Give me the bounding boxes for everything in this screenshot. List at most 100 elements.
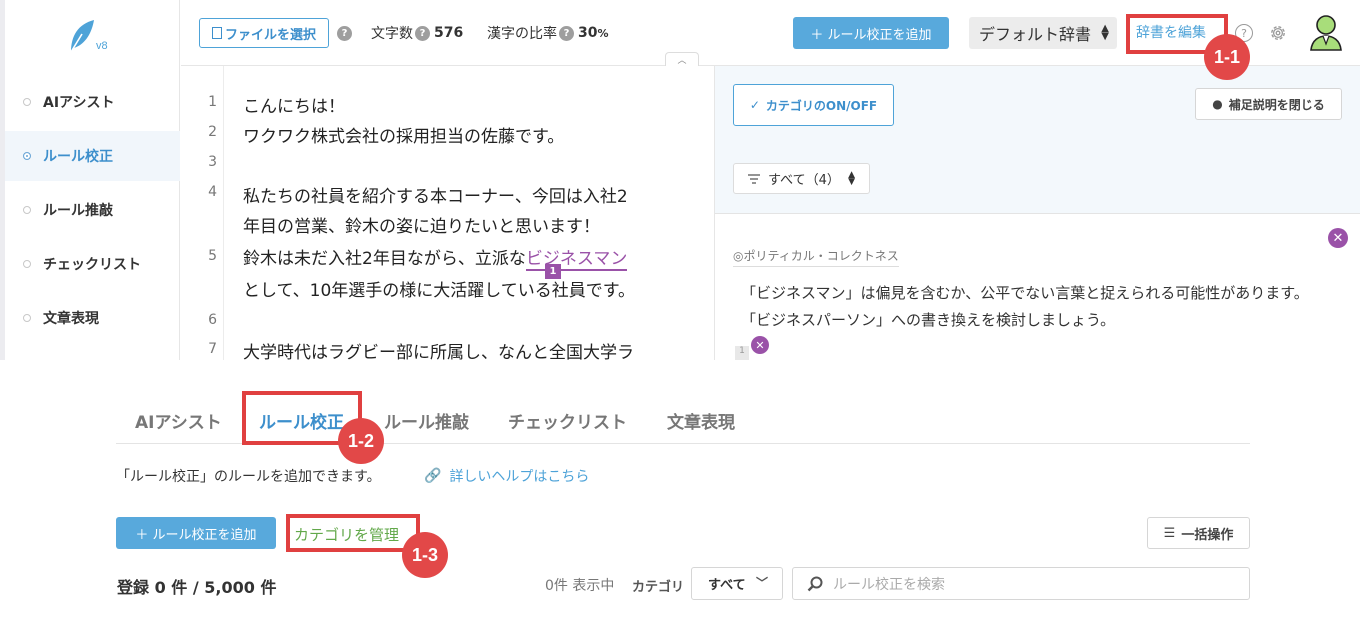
filter-icon bbox=[748, 174, 760, 184]
file-icon bbox=[211, 27, 222, 39]
char-count-help-icon[interactable]: ? bbox=[415, 25, 430, 41]
dismiss-icon[interactable]: ✕ bbox=[751, 336, 769, 354]
kanji-ratio-help-icon[interactable]: ? bbox=[559, 25, 574, 41]
add-rule-button[interactable]: ＋ ルール校正を追加 bbox=[116, 517, 276, 549]
sidebar-item-ai-assist[interactable]: AIアシスト bbox=[5, 77, 180, 127]
sidebar-item-label: AIアシスト bbox=[43, 95, 115, 111]
radio-dot-icon bbox=[23, 260, 31, 268]
issue-card[interactable]: ◎ポリティカル・コレクトネス ✕ 「ビジネスマン」は偏見を含むか、公平でない言葉… bbox=[715, 213, 1360, 360]
kanji-ratio-label: 漢字の比率 bbox=[487, 26, 557, 42]
kanji-ratio-unit: % bbox=[597, 26, 609, 40]
file-help-icon[interactable]: ? bbox=[337, 26, 352, 41]
line-number: 6 bbox=[208, 312, 217, 328]
close-supplement-button[interactable]: ● 補足説明を閉じる bbox=[1195, 88, 1342, 120]
help-link-label: 詳しいヘルプはこちら bbox=[449, 469, 590, 485]
user-avatar-icon[interactable] bbox=[1309, 14, 1343, 52]
editor-line: 大学時代はラグビー部に所属し、なんと全国大学ラ bbox=[243, 343, 634, 360]
tab-ai-assist[interactable]: AIアシスト bbox=[135, 408, 222, 433]
sidebar: v8 AIアシスト ルール校正 ルール推敲 チェックリスト 文章表現 bbox=[0, 0, 180, 360]
highlight-manage-category bbox=[286, 514, 420, 552]
sidebar-item-label: チェックリスト bbox=[43, 257, 141, 273]
select-arrows-icon: ▲ ▼ bbox=[848, 170, 855, 187]
dictionary-select-value: デフォルト辞書 bbox=[979, 25, 1092, 44]
filter-value: すべて（4） bbox=[768, 173, 840, 188]
issue-message: 「ビジネスマン」は偏見を含むか、公平でない言葉と捉えられる可能性があります。 bbox=[741, 284, 1309, 302]
radio-dot-icon bbox=[23, 314, 31, 322]
line-number: 1 bbox=[208, 94, 217, 110]
issue-suggestion: 「ビジネスパーソン」への書き換えを検討しましょう。 bbox=[741, 311, 1116, 329]
char-count-label: 文字数 bbox=[371, 26, 413, 42]
editor-app-screenshot: v8 AIアシスト ルール校正 ルール推敲 チェックリスト 文章表現 ファイルを… bbox=[0, 0, 1360, 360]
collapse-toggle[interactable]: ︿ bbox=[665, 52, 699, 66]
line-number-gutter: 1 2 3 4 5 6 7 bbox=[181, 66, 224, 360]
add-rule-button[interactable]: ＋ ルール校正を追加 bbox=[793, 17, 949, 49]
dictionary-select[interactable]: デフォルト辞書 ▲ ▼ bbox=[969, 17, 1117, 49]
help-link[interactable]: 🔗 詳しいヘルプはこちら bbox=[424, 466, 589, 486]
select-file-label: ファイルを選択 bbox=[224, 27, 316, 43]
radio-dot-icon bbox=[23, 206, 31, 214]
editor-line: ワクワク株式会社の採用担当の佐藤です。 bbox=[243, 127, 565, 147]
link-icon: 🔗 bbox=[424, 468, 442, 484]
sidebar-item-checklist[interactable]: チェックリスト bbox=[5, 239, 180, 289]
line-number: 2 bbox=[208, 124, 217, 140]
category-filter-select[interactable]: すべて ﹀ bbox=[691, 567, 783, 600]
issue-category: ◎ポリティカル・コレクトネス bbox=[733, 247, 899, 267]
sidebar-item-label: 文章表現 bbox=[43, 311, 99, 327]
rule-management-panel: AIアシスト ルール校正 ルール推敲 チェックリスト 文章表現 「ルール校正」の… bbox=[0, 360, 1360, 617]
select-file-button[interactable]: ファイルを選択 bbox=[199, 18, 329, 48]
text-editor[interactable]: ︿ 1 2 3 4 5 6 7 こんにちは！ ワクワク株式会社の採用担当の佐藤で… bbox=[181, 52, 715, 360]
editor-line: 年目の営業、鈴木の姿に迫りたいと思います！ bbox=[243, 217, 600, 237]
sidebar-item-rule-polish[interactable]: ルール推敲 bbox=[5, 185, 180, 235]
callout-badge-1-2: 1-2 bbox=[338, 418, 384, 464]
kanji-ratio-value: 30 bbox=[578, 25, 598, 41]
editor-line: として、10年選手の様に大活躍している社員です。 bbox=[243, 281, 636, 301]
showing-count: 0件 表示中 bbox=[545, 578, 615, 594]
search-placeholder: ルール校正を検索 bbox=[833, 576, 945, 593]
char-count: 文字数 ? 576 bbox=[371, 23, 463, 43]
editor-line: 鈴木は未だ入社2年目ながら、立派なビジネスマン bbox=[243, 244, 628, 271]
app-version: v8 bbox=[96, 40, 108, 52]
app-logo[interactable]: v8 bbox=[68, 18, 118, 58]
sidebar-item-label: ルール校正 bbox=[43, 149, 113, 165]
list-icon: ☰ bbox=[1163, 525, 1176, 541]
radio-dot-icon bbox=[23, 152, 31, 160]
search-icon bbox=[807, 576, 823, 592]
callout-badge-1-3: 1-3 bbox=[402, 532, 448, 578]
chevron-down-icon: ﹀ bbox=[755, 576, 768, 590]
tab-rule-polish[interactable]: ルール推敲 bbox=[384, 408, 469, 433]
line-number: 7 bbox=[208, 341, 217, 357]
bulk-action-label: 一括操作 bbox=[1181, 527, 1234, 543]
editor-line: 私たちの社員を紹介する本コーナー、今回は入社2 bbox=[243, 187, 628, 207]
speech-bubble-icon: ● bbox=[1212, 97, 1223, 111]
chevron-up-icon: ︿ bbox=[677, 56, 687, 66]
category-filter-value: すべて bbox=[708, 578, 746, 593]
registered-count: 登録 0 件 / 5,000 件 bbox=[117, 578, 277, 597]
category-filter-label: カテゴリ bbox=[632, 580, 685, 595]
callout-badge-1-1: 1-1 bbox=[1204, 34, 1250, 80]
bulk-action-button[interactable]: ☰ 一括操作 bbox=[1147, 517, 1250, 549]
editor-line: こんにちは！ bbox=[243, 97, 345, 117]
gear-icon[interactable] bbox=[1268, 23, 1288, 43]
check-circle-icon: ✓ bbox=[749, 98, 760, 112]
line-number: 3 bbox=[208, 154, 217, 170]
close-supplement-label: 補足説明を閉じる bbox=[1228, 97, 1325, 112]
results-panel: ✓ カテゴリのON/OFF ● 補足説明を閉じる すべて（4） ▲ ▼ ◎ポリティ… bbox=[715, 66, 1360, 360]
char-count-value: 576 bbox=[434, 25, 464, 41]
kanji-ratio: 漢字の比率 ? 30 % bbox=[487, 23, 609, 43]
category-toggle-button[interactable]: ✓ カテゴリのON/OFF bbox=[733, 84, 894, 126]
flagged-word[interactable]: ビジネスマン bbox=[525, 249, 628, 271]
sidebar-item-expression[interactable]: 文章表現 bbox=[5, 293, 180, 343]
rule-search-input[interactable]: ルール校正を検索 bbox=[792, 567, 1250, 600]
line-number: 5 bbox=[208, 248, 217, 264]
rule-description: 「ルール校正」のルールを追加できます。 bbox=[116, 469, 381, 485]
tab-expression[interactable]: 文章表現 bbox=[667, 408, 735, 433]
filter-select[interactable]: すべて（4） ▲ ▼ bbox=[733, 163, 870, 194]
radio-dot-icon bbox=[23, 98, 31, 106]
quill-logo-icon bbox=[70, 20, 94, 53]
editor-line-text: 鈴木は未だ入社2年目ながら、立派な bbox=[243, 249, 526, 269]
dismiss-icon[interactable]: ✕ bbox=[1328, 228, 1348, 248]
sidebar-item-rule-check[interactable]: ルール校正 bbox=[5, 131, 180, 181]
sidebar-item-label: ルール推敲 bbox=[43, 203, 113, 219]
issue-number-badge: 1 bbox=[735, 346, 749, 360]
tab-checklist[interactable]: チェックリスト bbox=[508, 408, 627, 433]
